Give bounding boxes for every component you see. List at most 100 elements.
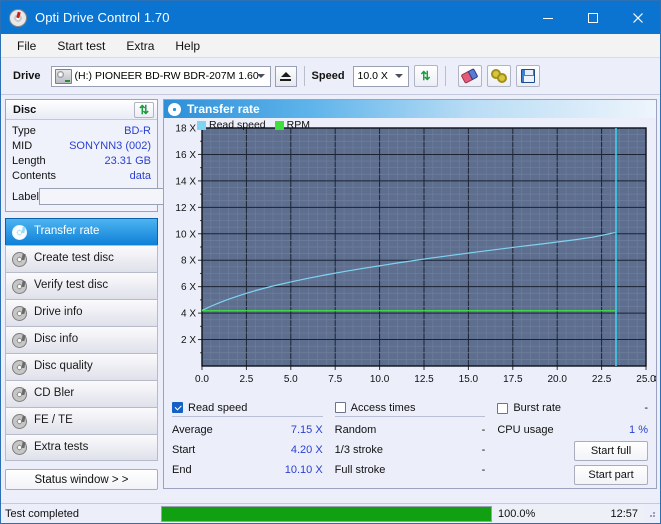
sidebar-item-fe-te[interactable]: FE / TE <box>5 407 158 434</box>
read-speed-column: Read speed Average 7.15 X Start 4.20 X <box>172 401 335 488</box>
transfer-rate-panel: Transfer rate Read speed RPM 2 X4 X6 X8 <box>163 99 657 489</box>
refresh-icon: ⇅ <box>139 104 149 116</box>
disc-panel: Disc ⇅ Type BD-R MID SONYNN3 (002) <box>5 99 158 212</box>
svg-text:22.5: 22.5 <box>592 374 612 385</box>
sidebar-item-transfer-rate[interactable]: Transfer rate <box>5 218 158 245</box>
menu-start-test[interactable]: Start test <box>48 37 114 55</box>
stat-key-end: End <box>172 464 192 476</box>
stat-value-average: 7.15 X <box>291 424 323 436</box>
disc-key-contents: Contents <box>12 170 56 182</box>
settings-button[interactable] <box>487 65 511 87</box>
sidebar-item-label: Verify test disc <box>34 280 108 292</box>
disc-row-mid: MID SONYNN3 (002) <box>12 138 151 153</box>
drive-select-value: (H:) PIONEER BD-RW BDR-207M 1.60 <box>75 70 259 82</box>
statistics-area: Read speed Average 7.15 X Start 4.20 X <box>164 398 656 488</box>
stat-value-full-stroke: - <box>482 464 486 476</box>
speed-select[interactable]: 10.0 X <box>353 66 409 87</box>
eject-button[interactable] <box>275 66 297 87</box>
maximize-icon[interactable] <box>570 1 615 34</box>
save-button[interactable] <box>516 65 540 87</box>
sidebar-item-label: Disc quality <box>34 361 93 373</box>
close-icon[interactable] <box>615 1 660 34</box>
eject-icon <box>281 72 291 77</box>
disc-row-contents: Contents data <box>12 168 151 183</box>
disc-row-length: Length 23.31 GB <box>12 153 151 168</box>
access-times-checkbox[interactable] <box>335 402 346 413</box>
svg-text:2.5: 2.5 <box>239 374 253 385</box>
burst-rate-column: Burst rate - CPU usage 1 % Start full <box>497 401 648 488</box>
read-speed-checkbox[interactable] <box>172 402 183 413</box>
sidebar-item-verify-test-disc[interactable]: Verify test disc <box>5 272 158 299</box>
read-speed-label: Read speed <box>188 402 323 414</box>
speed-select-value: 10.0 X <box>358 70 388 82</box>
sidebar-item-disc-info[interactable]: Disc info <box>5 326 158 353</box>
stat-row-start: Start 4.20 X <box>172 440 323 460</box>
disc-value-length: 23.31 GB <box>105 155 151 167</box>
eject-bar <box>280 79 291 81</box>
fe-te-icon <box>12 414 27 429</box>
resize-grip-icon[interactable] <box>646 508 657 519</box>
svg-text:15.0: 15.0 <box>459 374 479 385</box>
sidebar-item-create-test-disc[interactable]: Create test disc <box>5 245 158 272</box>
floppy-save-icon <box>521 69 535 83</box>
start-full-row: Start full <box>497 441 648 464</box>
start-full-button[interactable]: Start full <box>574 441 648 461</box>
stat-key-average: Average <box>172 424 213 436</box>
access-times-header: Access times <box>335 401 486 417</box>
refresh-drive-button[interactable]: ⇅ <box>414 65 438 87</box>
svg-text:10.0: 10.0 <box>370 374 390 385</box>
sidebar-item-disc-quality[interactable]: Disc quality <box>5 353 158 380</box>
svg-text:18 X: 18 X <box>175 124 196 135</box>
sidebar-item-label: Disc info <box>34 334 78 346</box>
legend-entry-rpm: RPM <box>275 119 310 131</box>
drive-icon <box>55 69 72 84</box>
disc-refresh-button[interactable]: ⇅ <box>134 102 154 118</box>
progress-fill <box>162 507 491 521</box>
sidebar-item-label: Transfer rate <box>34 226 99 238</box>
disc-info-rows: Type BD-R MID SONYNN3 (002) Length 23.31… <box>6 120 157 211</box>
erase-button[interactable] <box>458 65 482 87</box>
disc-info-icon <box>12 333 27 348</box>
disc-panel-title: Disc <box>13 104 134 116</box>
legend-label-read-speed: Read speed <box>209 119 266 131</box>
stat-value-random: - <box>482 424 486 436</box>
create-test-disc-icon <box>12 252 27 267</box>
disc-row-type: Type BD-R <box>12 123 151 138</box>
right-content: Transfer rate Read speed RPM 2 X4 X6 X8 <box>161 95 661 493</box>
drive-info-icon <box>12 306 27 321</box>
sidebar-item-label: Extra tests <box>34 442 88 454</box>
stat-value-third-stroke: - <box>482 444 486 456</box>
toolbar-divider <box>304 66 305 86</box>
svg-text:14 X: 14 X <box>175 176 196 187</box>
svg-text:5.0: 5.0 <box>284 374 298 385</box>
stat-key-random: Random <box>335 424 377 436</box>
menu-file[interactable]: File <box>8 37 45 55</box>
chart-legend: Read speed RPM <box>197 119 319 131</box>
burst-rate-checkbox[interactable] <box>497 403 508 414</box>
menu-extra[interactable]: Extra <box>117 37 163 55</box>
disc-key-type: Type <box>12 125 36 137</box>
sidebar-item-label: Drive info <box>34 307 83 319</box>
drive-select[interactable]: (H:) PIONEER BD-RW BDR-207M 1.60 <box>51 66 271 87</box>
svg-text:4 X: 4 X <box>181 309 196 320</box>
stat-key-full-stroke: Full stroke <box>335 464 386 476</box>
sidebar-item-cd-bler[interactable]: CD Bler <box>5 380 158 407</box>
transfer-rate-icon <box>12 225 27 240</box>
sidebar-item-extra-tests[interactable]: Extra tests <box>5 434 158 461</box>
menu-help[interactable]: Help <box>166 37 209 55</box>
chart-area: Read speed RPM 2 X4 X6 X8 X10 X12 X14 X1… <box>164 118 656 398</box>
sidebar-item-drive-info[interactable]: Drive info <box>5 299 158 326</box>
extra-tests-icon <box>12 440 27 455</box>
access-times-column: Access times Random - 1/3 stroke - <box>335 401 498 488</box>
start-part-button[interactable]: Start part <box>574 465 648 485</box>
stat-row-random: Random - <box>335 420 486 440</box>
status-window-button[interactable]: Status window > > <box>5 469 158 490</box>
menu-bar: File Start test Extra Help <box>1 34 660 58</box>
stat-key-third-stroke: 1/3 stroke <box>335 444 383 456</box>
status-bar: Test completed 100.0% 12:57 <box>1 503 660 523</box>
panel-header: Transfer rate <box>164 100 656 118</box>
stat-value-end: 10.10 X <box>285 464 323 476</box>
minimize-icon[interactable] <box>525 1 570 34</box>
legend-swatch-read-speed <box>197 121 206 130</box>
burst-rate-value: - <box>644 402 648 414</box>
